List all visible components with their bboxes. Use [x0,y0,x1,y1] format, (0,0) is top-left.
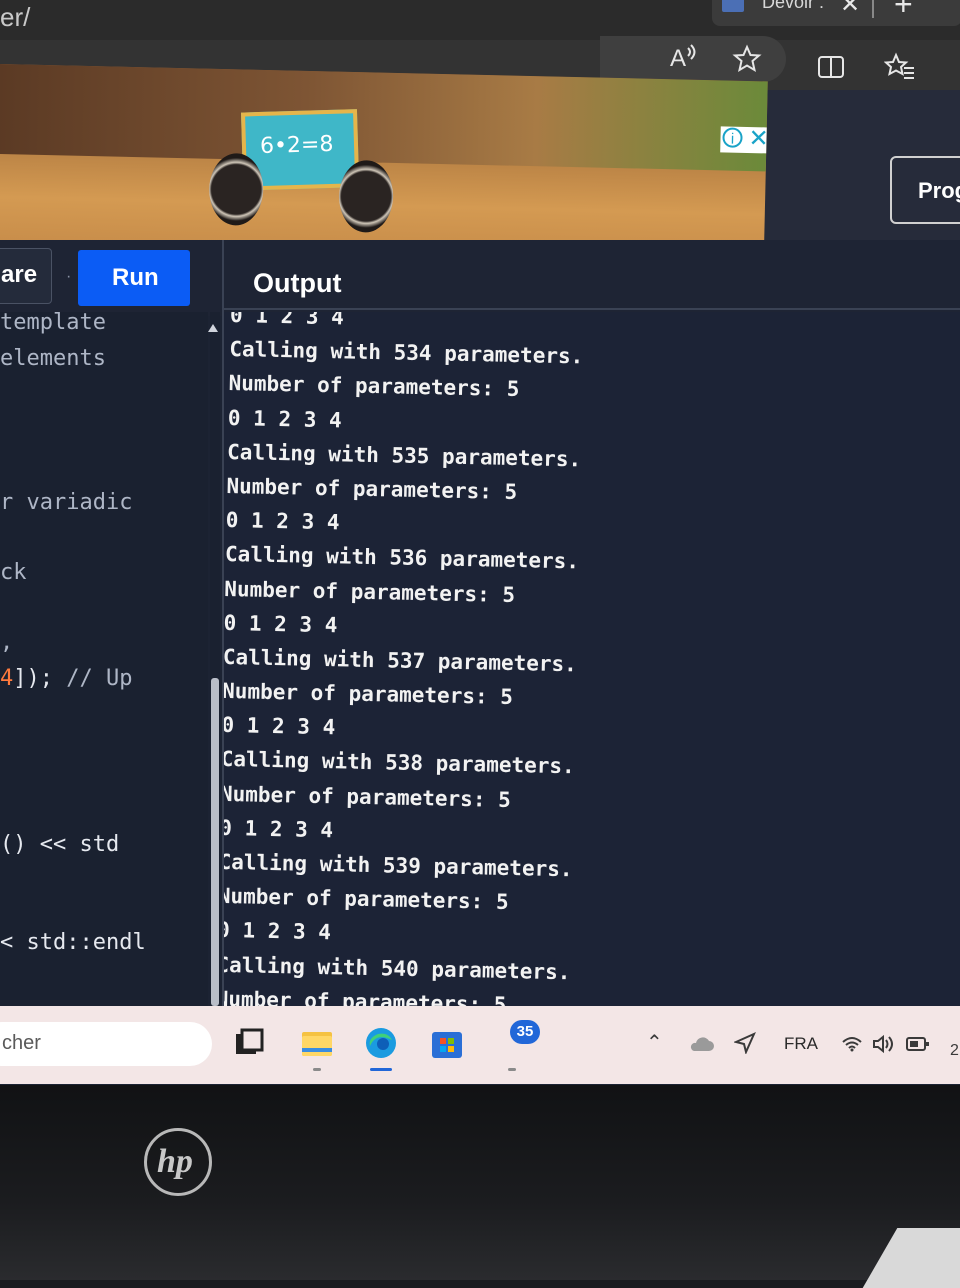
side-button-label: Prog [918,178,960,203]
share-button[interactable]: are [0,248,52,304]
taskbar-search[interactable]: cher [0,1022,212,1066]
address-bar[interactable]: A [600,36,786,82]
screen: er/ Devoir : ✕ + A 6•2=8 i ✕ Pro are · R… [0,0,960,1085]
cookie-image [208,152,265,226]
browser-tab[interactable]: Devoir : ✕ + [712,0,960,26]
run-button-label: Run [112,264,159,291]
battery-icon[interactable] [906,1036,930,1052]
tab-title: Devoir : [762,0,825,12]
ad-choices[interactable]: i ✕ [720,124,768,154]
code-line: ck [0,560,27,585]
store-icon[interactable] [430,1026,464,1060]
taskbar-search-text: cher [2,1032,41,1054]
tab-separator [872,0,874,18]
notification-badge: 35 [510,1020,540,1044]
favorite-star-icon[interactable] [732,44,762,74]
code-line: elements [0,346,106,371]
share-button-label: are [1,261,38,288]
close-tab-icon[interactable]: ✕ [840,0,860,19]
file-explorer-icon[interactable] [300,1026,334,1060]
tab-favicon-icon [722,0,744,12]
svg-text:A: A [670,45,686,72]
ad-info-icon[interactable]: i [722,127,743,148]
running-indicator [313,1068,321,1071]
output-console[interactable]: 0 1 2 3 4 Calling with 534 parameters. Num… [224,312,960,1006]
split-screen-icon[interactable] [816,52,846,82]
laptop-bezel [0,1085,960,1280]
run-button[interactable]: Run [78,250,190,306]
code-line: < std::endl [0,930,146,955]
location-icon[interactable] [734,1032,756,1054]
code-line: template [0,312,106,335]
clock-fragment[interactable]: 2 [950,1042,959,1060]
favorites-list-icon[interactable] [884,52,916,82]
running-indicator [508,1068,516,1071]
language-indicator[interactable]: FRA [784,1034,818,1054]
read-aloud-icon[interactable]: A [668,42,698,72]
code-editor[interactable]: template elements r variadic ck, 4]); // Up (… [0,312,208,1006]
code-line: 4]); // Up [0,666,133,691]
code-line: r variadic [0,490,133,515]
browser-tab-strip: er/ Devoir : ✕ + [0,0,960,40]
wifi-icon[interactable] [842,1036,862,1052]
output-lines: 0 1 2 3 4 Calling with 534 parameters. Num… [224,312,584,1006]
ad-board-text: 6•2=8 [259,131,334,160]
code-line: () << std [0,832,120,857]
taskbar: cher 35 ⌃ FRA 2 [0,1006,960,1084]
separator-dot: · [66,268,72,285]
side-button[interactable]: Prog [890,156,960,224]
output-title: Output [253,268,342,298]
editor-header: are · Run Output [0,240,960,316]
scroll-up-icon[interactable] [208,324,218,332]
output-header-divider [224,308,960,310]
onedrive-cloud-icon[interactable] [688,1034,714,1054]
new-tab-icon[interactable]: + [894,0,913,23]
task-view-icon[interactable] [232,1026,266,1060]
cookie-image [338,159,394,233]
ad-close-icon[interactable]: ✕ [748,124,768,153]
active-indicator [370,1068,392,1071]
url-fragment[interactable]: er/ [0,2,30,33]
edge-browser-icon[interactable] [364,1026,398,1060]
code-line: , [0,630,14,655]
volume-icon[interactable] [872,1034,894,1054]
chevron-up-icon[interactable]: ⌃ [646,1030,663,1055]
ad-background [0,64,768,172]
hp-logo: hp [144,1128,212,1196]
hp-logo-text: hp [157,1143,193,1180]
editor-scrollbar-thumb[interactable] [211,678,219,1006]
